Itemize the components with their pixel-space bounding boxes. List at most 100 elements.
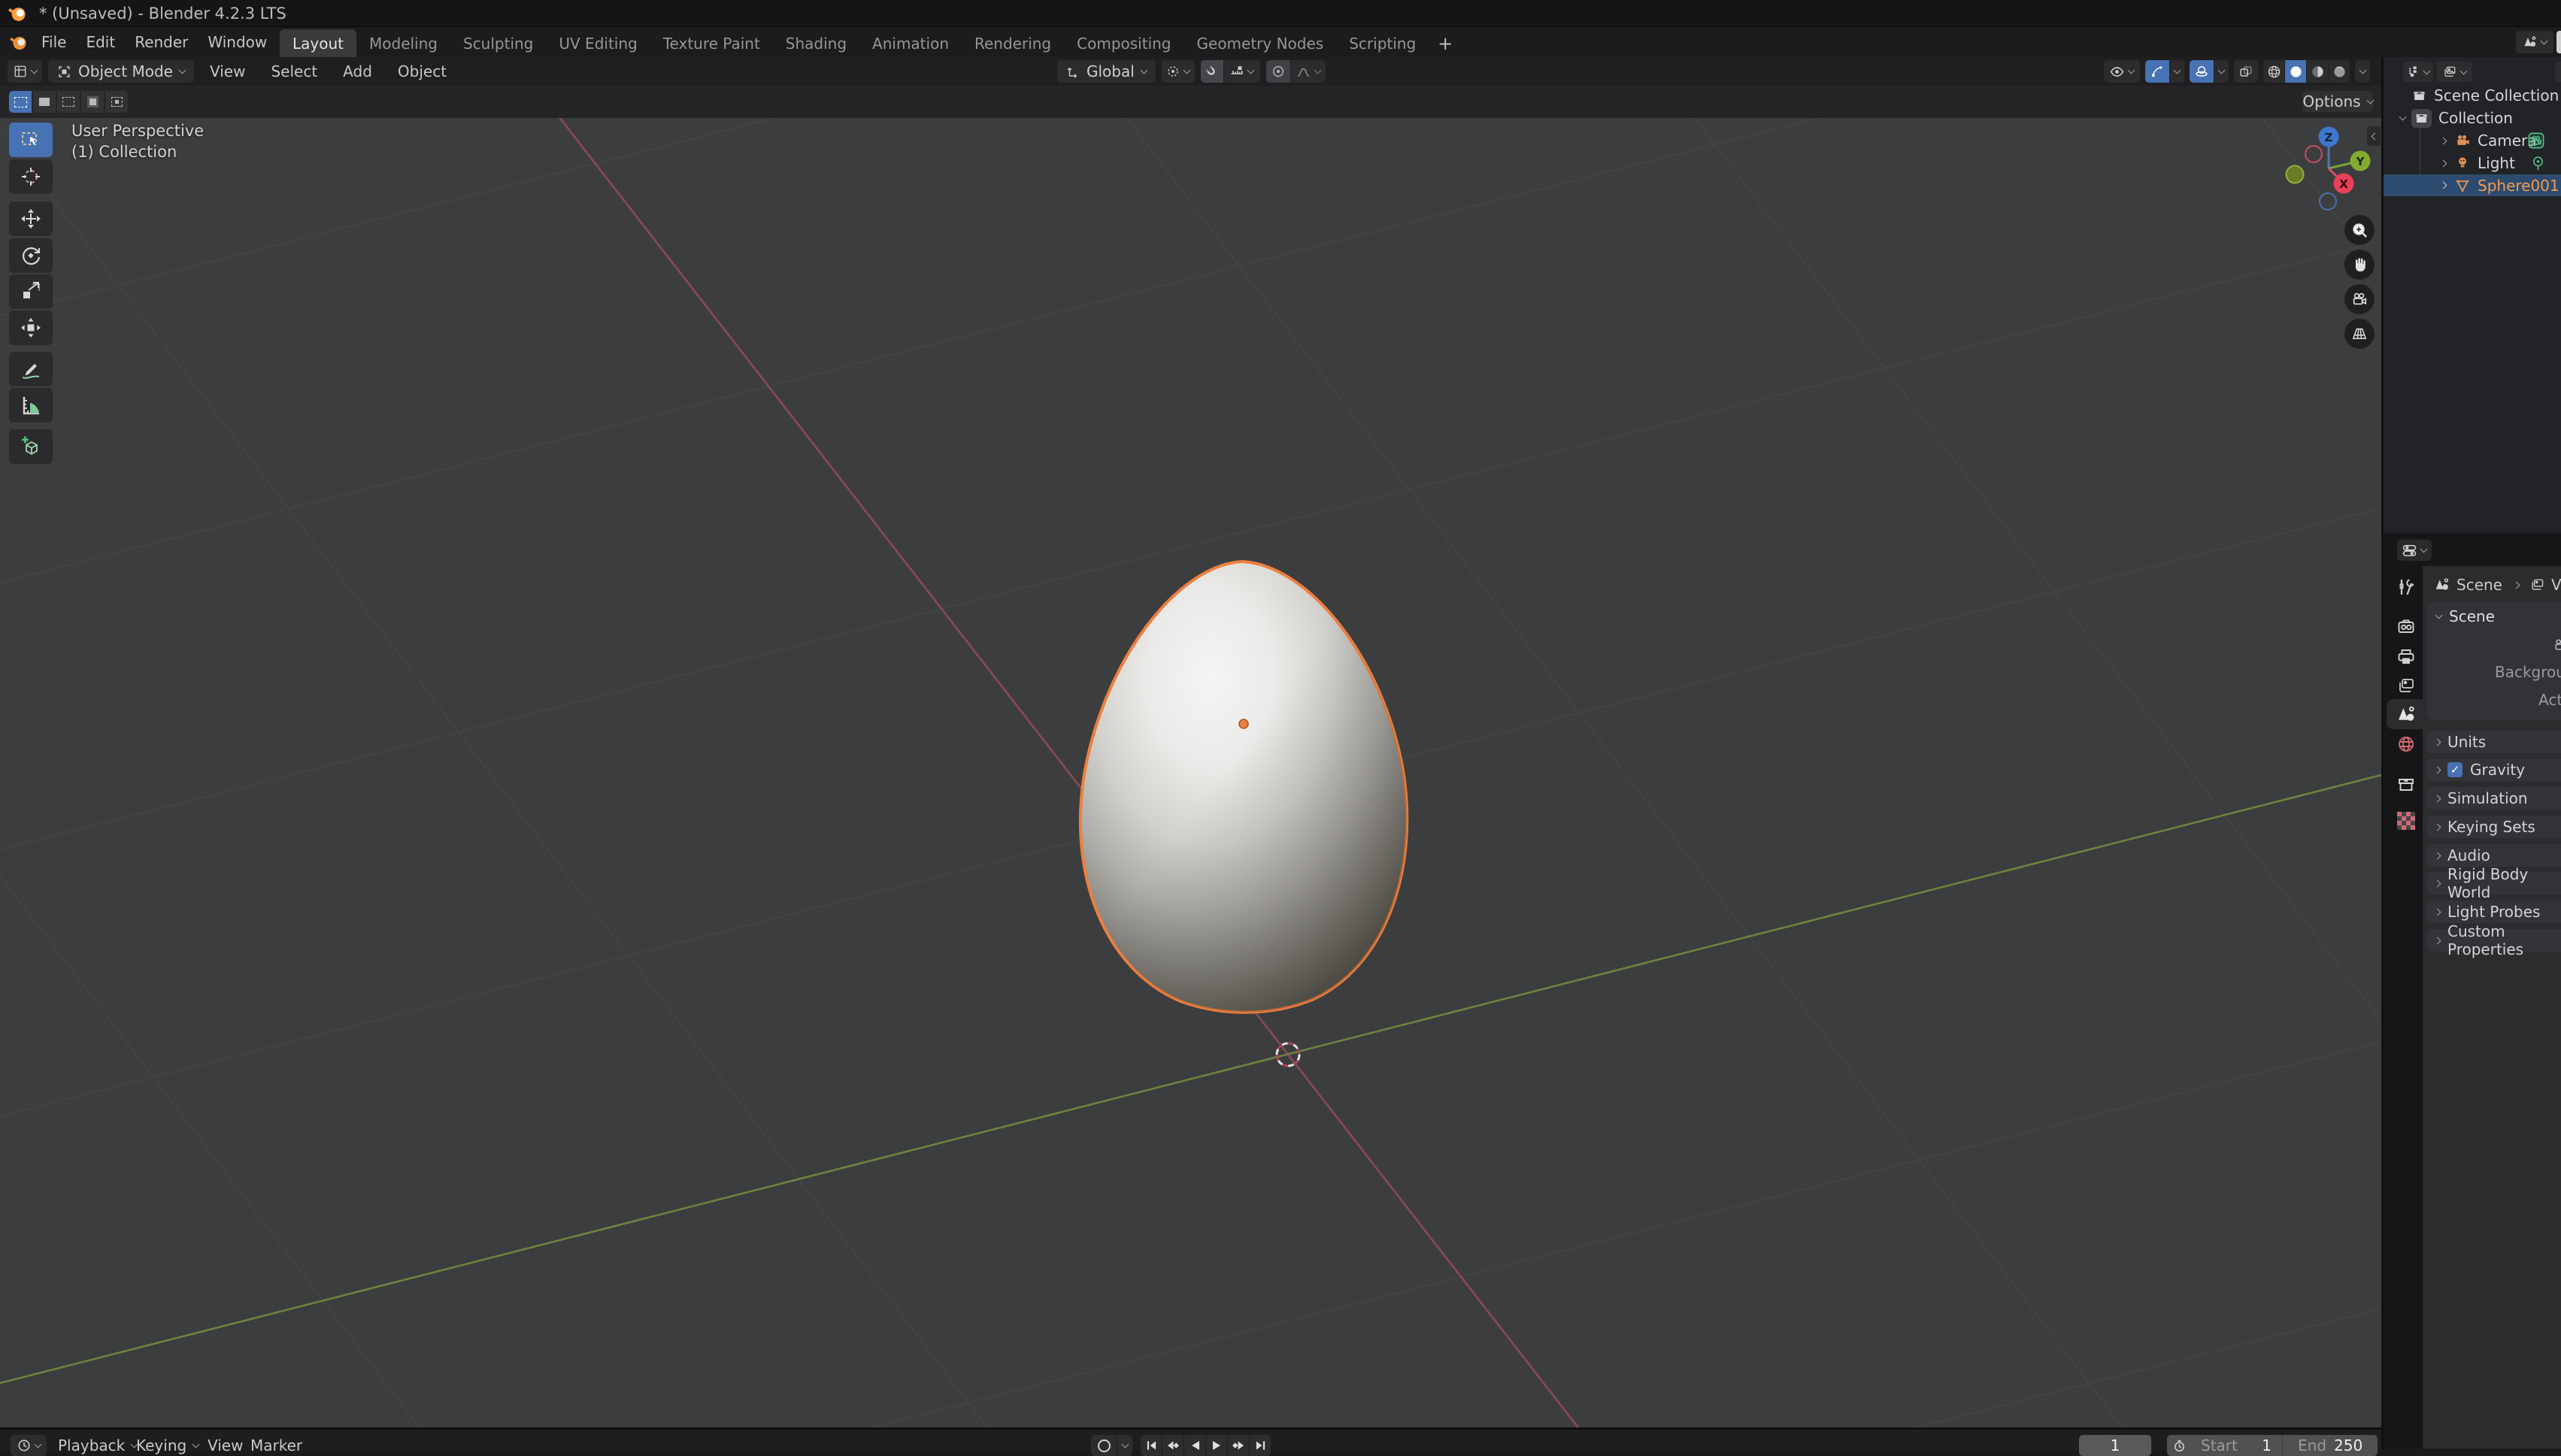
tab-world[interactable] xyxy=(2395,733,2417,755)
tool-rotate[interactable] xyxy=(9,238,53,273)
tab-scene[interactable] xyxy=(2395,703,2417,725)
overlays-dropdown[interactable] xyxy=(2214,60,2229,83)
row-camera[interactable]: Camera xyxy=(2384,129,2561,152)
shading-material-button[interactable] xyxy=(2307,60,2328,83)
current-frame-field[interactable]: 1 xyxy=(2079,1435,2151,1456)
tab-uv-editing[interactable]: UV Editing xyxy=(546,29,650,57)
jump-to-end-button[interactable] xyxy=(1250,1435,1271,1456)
tool-select-box[interactable] xyxy=(9,123,53,157)
snap-settings-dropdown[interactable] xyxy=(1223,60,1260,83)
select-mode-new-button[interactable] xyxy=(9,91,32,113)
tool-add-cube[interactable] xyxy=(9,429,53,464)
timeline-playback-menu[interactable]: Playback xyxy=(58,1435,138,1456)
tab-animation[interactable]: Animation xyxy=(859,29,962,57)
show-overlays-toggle[interactable] xyxy=(2190,60,2214,83)
menu-select[interactable]: Select xyxy=(261,60,327,83)
tab-rendering[interactable]: Rendering xyxy=(962,29,1064,57)
scene-panel-title[interactable]: Scene xyxy=(2449,607,2495,625)
light-data-icon[interactable] xyxy=(2530,156,2546,171)
row-scene-collection[interactable]: Scene Collection xyxy=(2384,84,2561,107)
breadcrumb-view-layer[interactable]: V xyxy=(2551,576,2561,594)
section-audio[interactable]: Audio xyxy=(2427,844,2561,867)
pivot-point-dropdown[interactable] xyxy=(1161,60,1195,83)
outliner-filter-button-clipped[interactable] xyxy=(2555,62,2561,82)
proportional-editing-toggle[interactable] xyxy=(1265,60,1290,83)
tool-move[interactable] xyxy=(9,201,53,236)
tool-cursor[interactable] xyxy=(9,159,53,194)
gravity-checkbox[interactable]: ✓ xyxy=(2447,762,2462,777)
add-workspace-button[interactable]: + xyxy=(1429,29,1462,57)
end-frame-field[interactable]: End 250 xyxy=(2283,1435,2378,1456)
timeline-view-menu[interactable]: View xyxy=(208,1435,243,1456)
scene-selector-button[interactable] xyxy=(2516,31,2553,53)
section-keying-sets[interactable]: Keying Sets xyxy=(2427,816,2561,838)
select-mode-difference-button[interactable] xyxy=(81,91,104,113)
jump-to-start-button[interactable] xyxy=(1141,1435,1162,1456)
falloff-dropdown[interactable] xyxy=(1290,60,1326,83)
tab-scripting[interactable]: Scripting xyxy=(1336,29,1429,57)
tab-compositing[interactable]: Compositing xyxy=(1064,29,1184,57)
select-mode-intersect-button[interactable] xyxy=(105,91,128,113)
section-units[interactable]: Units xyxy=(2427,731,2561,753)
chevron-right-icon[interactable] xyxy=(2439,181,2447,189)
start-frame-field[interactable]: Start 1 xyxy=(2167,1435,2283,1456)
tab-layout[interactable]: Layout xyxy=(280,29,356,57)
select-mode-extend-button[interactable] xyxy=(33,91,56,113)
breadcrumb-scene[interactable]: Scene xyxy=(2456,576,2502,594)
tool-annotate[interactable] xyxy=(9,352,53,386)
chevron-down-icon[interactable] xyxy=(2435,611,2443,619)
camera-view-button[interactable] xyxy=(2344,284,2375,314)
tab-object[interactable] xyxy=(2395,773,2417,796)
tool-transform[interactable] xyxy=(9,310,53,345)
tab-output[interactable] xyxy=(2395,646,2417,668)
tool-measure[interactable] xyxy=(9,388,53,422)
tab-geometry-nodes[interactable]: Geometry Nodes xyxy=(1184,29,1337,57)
section-simulation[interactable]: Simulation xyxy=(2427,787,2561,810)
shading-dropdown[interactable] xyxy=(2355,60,2370,83)
shading-solid-button[interactable] xyxy=(2285,60,2306,83)
shading-wireframe-button[interactable] xyxy=(2263,60,2284,83)
play-button[interactable] xyxy=(1206,1435,1227,1456)
snap-toggle[interactable] xyxy=(1200,60,1223,83)
auto-keying-toggle[interactable] xyxy=(1091,1435,1117,1456)
select-mode-subtract-button[interactable] xyxy=(57,91,80,113)
chevron-down-icon[interactable] xyxy=(2399,113,2407,121)
show-gizmo-toggle[interactable] xyxy=(2145,60,2169,83)
menu-add[interactable]: Add xyxy=(333,60,382,83)
shading-rendered-button[interactable] xyxy=(2329,60,2350,83)
menu-edit[interactable]: Edit xyxy=(76,27,125,57)
tab-view-layer[interactable] xyxy=(2395,675,2417,698)
menu-file[interactable]: File xyxy=(32,27,76,57)
sidebar-collapse-button[interactable] xyxy=(2367,126,2381,146)
tab-modeling[interactable]: Modeling xyxy=(356,29,450,57)
row-light[interactable]: Light xyxy=(2384,152,2561,174)
menu-object[interactable]: Object xyxy=(388,60,456,83)
tab-tool[interactable] xyxy=(2395,576,2417,598)
mode-selector[interactable]: Object Mode xyxy=(48,60,194,83)
menu-render[interactable]: Render xyxy=(125,27,198,57)
menu-view[interactable]: View xyxy=(200,60,255,83)
blender-logo-icon[interactable] xyxy=(9,33,28,52)
section-light-probes[interactable]: Light Probes xyxy=(2427,901,2561,923)
camera-data-icon[interactable] xyxy=(2528,132,2544,149)
menu-window[interactable]: Window xyxy=(198,27,277,57)
tab-render[interactable] xyxy=(2395,616,2417,638)
toggle-ortho-button[interactable] xyxy=(2344,319,2375,349)
pan-button[interactable] xyxy=(2344,250,2375,280)
tab-texture-paint[interactable]: Texture Paint xyxy=(650,29,773,57)
section-gravity[interactable]: ✓ Gravity xyxy=(2427,758,2561,781)
next-keyframe-button[interactable] xyxy=(1228,1435,1249,1456)
options-dropdown[interactable]: Options xyxy=(2302,91,2375,112)
gizmo-dropdown[interactable] xyxy=(2170,60,2184,83)
editor-type-button[interactable] xyxy=(8,60,42,83)
zoom-button[interactable] xyxy=(2344,215,2375,245)
transform-orientation-dropdown[interactable]: Global xyxy=(1057,60,1156,83)
row-sphere001[interactable]: Sphere001 xyxy=(2384,174,2561,196)
xray-toggle[interactable] xyxy=(2234,60,2258,83)
timeline-marker-menu[interactable]: Marker xyxy=(250,1435,302,1456)
view-layer-button-clipped[interactable] xyxy=(2556,31,2561,53)
visibility-dropdown[interactable] xyxy=(2104,60,2140,83)
outliner-display-mode-button[interactable] xyxy=(2436,62,2472,82)
tab-shading[interactable]: Shading xyxy=(773,29,859,57)
timeline-editor-type-button[interactable] xyxy=(11,1435,47,1456)
